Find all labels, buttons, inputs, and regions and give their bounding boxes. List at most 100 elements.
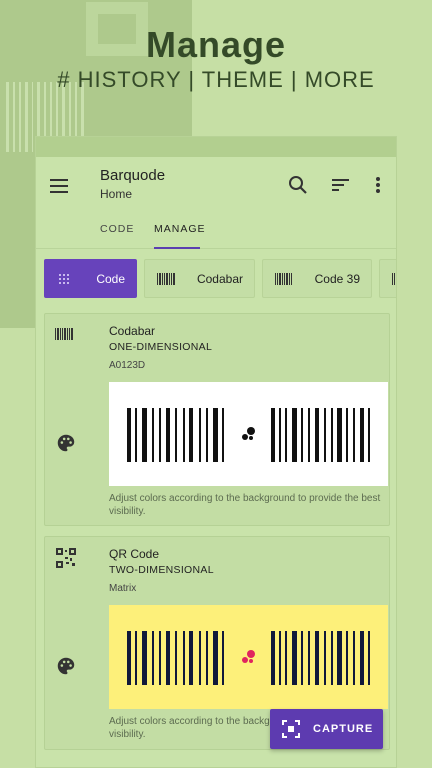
code-category: ONE-DIMENSIONAL: [109, 341, 213, 353]
chip-code-39[interactable]: Code 39: [262, 259, 372, 298]
barcode-bar: [206, 408, 208, 462]
barcode-bar: [142, 408, 147, 462]
code-value: Matrix: [109, 583, 137, 594]
barcode-bar: [159, 631, 161, 685]
palette-icon[interactable]: [55, 432, 77, 454]
barcode-dot: [249, 436, 253, 440]
tab-code[interactable]: CODE: [100, 223, 134, 235]
barcode-bar: [166, 631, 170, 685]
barcode-bar: [337, 408, 342, 462]
chip-label: Code: [96, 272, 125, 286]
barcode-bar: [331, 408, 333, 462]
barcode-bar: [152, 408, 154, 462]
tab-manage[interactable]: MANAGE: [154, 223, 206, 235]
barcode-bar: [206, 631, 208, 685]
palette-icon[interactable]: [55, 655, 77, 677]
barcode-bar: [135, 408, 137, 462]
menu-icon[interactable]: [50, 175, 72, 197]
barcode-bar: [308, 631, 310, 685]
status-bar: [36, 137, 396, 157]
barcode-bar: [213, 631, 218, 685]
code-name: QR Code: [109, 547, 160, 561]
app-screen: Barquode Home CODE MANAGE Code Codabar C…: [35, 136, 397, 768]
barcode-dot: [242, 434, 248, 440]
barcode-bar: [271, 631, 275, 685]
app-subtitle: Home: [100, 187, 133, 201]
barcode-preview[interactable]: [109, 382, 388, 486]
chip-code[interactable]: Code: [44, 259, 137, 298]
barcode-bar: [175, 408, 177, 462]
barcode-icon: [157, 273, 175, 285]
search-icon[interactable]: [286, 173, 310, 197]
barcode-bar: [135, 631, 137, 685]
barcode-bar: [271, 408, 275, 462]
barcode-bar: [346, 631, 348, 685]
capture-icon: [282, 720, 300, 738]
chip-more[interactable]: [379, 259, 396, 298]
tab-indicator: [154, 247, 200, 249]
code-category: TWO-DIMENSIONAL: [109, 564, 214, 576]
barcode-icon: [275, 273, 292, 285]
barcode-bar: [222, 631, 224, 685]
barcode-bar: [127, 631, 131, 685]
barcode-preview[interactable]: [109, 605, 388, 709]
dots-grid-icon: [59, 274, 69, 284]
chip-label: Code 39: [314, 272, 360, 286]
chip-label: Codabar: [196, 272, 243, 286]
barcode-bar: [346, 408, 348, 462]
visibility-note: Adjust colors according to the backgroun…: [109, 493, 381, 517]
qr-code-icon: [56, 548, 76, 568]
barcode-bar: [368, 631, 370, 685]
barcode-icon: [55, 328, 77, 340]
barcode-bar: [279, 408, 281, 462]
barcode-bar: [189, 408, 193, 462]
barcode-bar: [175, 631, 177, 685]
barcode-bar: [315, 408, 319, 462]
barcode-bar: [183, 408, 185, 462]
barcode-bar: [324, 408, 326, 462]
barcode-bar: [292, 408, 297, 462]
barcode-dot: [242, 657, 248, 663]
capture-label: CAPTURE: [313, 723, 374, 735]
barcode-bar: [285, 631, 287, 685]
barcode-bar: [301, 631, 303, 685]
barcode-bar: [199, 631, 201, 685]
barcode-bar: [285, 408, 287, 462]
code-name: Codabar: [109, 324, 156, 338]
barcode-bar: [189, 631, 193, 685]
barcode-bar: [142, 631, 147, 685]
barcode-bar: [127, 408, 131, 462]
promo-subtitle: # HISTORY | THEME | MORE: [57, 67, 375, 92]
code-card-codabar[interactable]: Codabar ONE-DIMENSIONAL A0123D Adjust co…: [44, 313, 390, 526]
barcode-bar: [315, 631, 319, 685]
barcode-bar: [353, 631, 355, 685]
barcode-icon: [392, 273, 396, 285]
barcode-bar: [159, 408, 161, 462]
code-type-chips: Code Codabar Code 39: [36, 259, 396, 317]
chip-codabar[interactable]: Codabar: [144, 259, 255, 298]
barcode-bar: [368, 408, 370, 462]
barcode-bar: [324, 631, 326, 685]
barcode-bar: [360, 408, 364, 462]
barcode-dot: [249, 659, 253, 663]
barcode-bar: [279, 631, 281, 685]
barcode-bar: [213, 408, 218, 462]
barcode-bar: [152, 631, 154, 685]
code-value: A0123D: [109, 360, 146, 371]
barcode-bar: [222, 408, 224, 462]
barcode-bar: [199, 408, 201, 462]
app-title: Barquode: [100, 167, 166, 184]
more-vert-icon[interactable]: [366, 173, 390, 197]
sort-icon[interactable]: [329, 173, 353, 197]
promo-title: Manage: [145, 24, 287, 65]
barcode-bar: [166, 408, 170, 462]
barcode-bar: [353, 408, 355, 462]
barcode-dot: [247, 427, 255, 435]
tab-bar: CODE MANAGE: [36, 221, 396, 249]
barcode-bar: [337, 631, 342, 685]
barcode-bar: [301, 408, 303, 462]
capture-button[interactable]: CAPTURE: [270, 709, 383, 749]
barcode-dot: [247, 650, 255, 658]
barcode-bar: [292, 631, 297, 685]
barcode-bar: [331, 631, 333, 685]
